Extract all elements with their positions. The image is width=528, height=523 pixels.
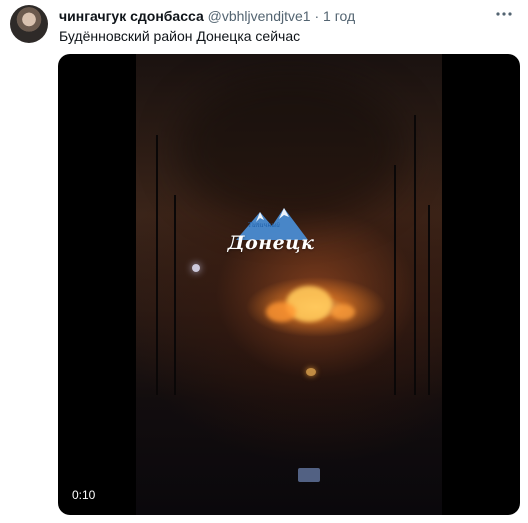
author-name[interactable]: чингачгук сдонбасса <box>59 8 204 24</box>
video-frame[interactable]: Типичный Донецк <box>136 54 442 515</box>
tweet-text: Будённовский район Донецка сейчас <box>59 28 301 44</box>
street-light <box>306 368 316 376</box>
separator: · <box>314 8 320 24</box>
tree-silhouette <box>156 135 158 395</box>
timestamp[interactable]: 1 год <box>323 8 355 24</box>
street-light <box>192 264 200 272</box>
fire-glow <box>266 302 296 322</box>
avatar[interactable] <box>10 5 48 43</box>
watermark-title: Донецк <box>227 232 315 254</box>
tree-silhouette <box>394 165 396 395</box>
video-duration: 0:10 <box>72 488 96 502</box>
video-player[interactable]: Типичный Донецк 0:10 <box>58 54 520 515</box>
tree-silhouette <box>174 195 176 395</box>
tree-silhouette <box>414 115 416 395</box>
tree-silhouette <box>428 205 430 395</box>
more-horizontal-icon[interactable] <box>494 6 514 22</box>
watermark-subtitle: Типичный <box>248 222 281 229</box>
fire-glow <box>331 304 355 320</box>
tweet-header: чингачгук сдонбасса @vbhljvendjtve1 · 1 … <box>59 8 488 25</box>
smoke <box>176 74 406 224</box>
street-light <box>298 468 320 482</box>
author-handle[interactable]: @vbhljvendjtve1 <box>208 8 311 24</box>
watermark: Типичный Донецк <box>226 206 316 268</box>
